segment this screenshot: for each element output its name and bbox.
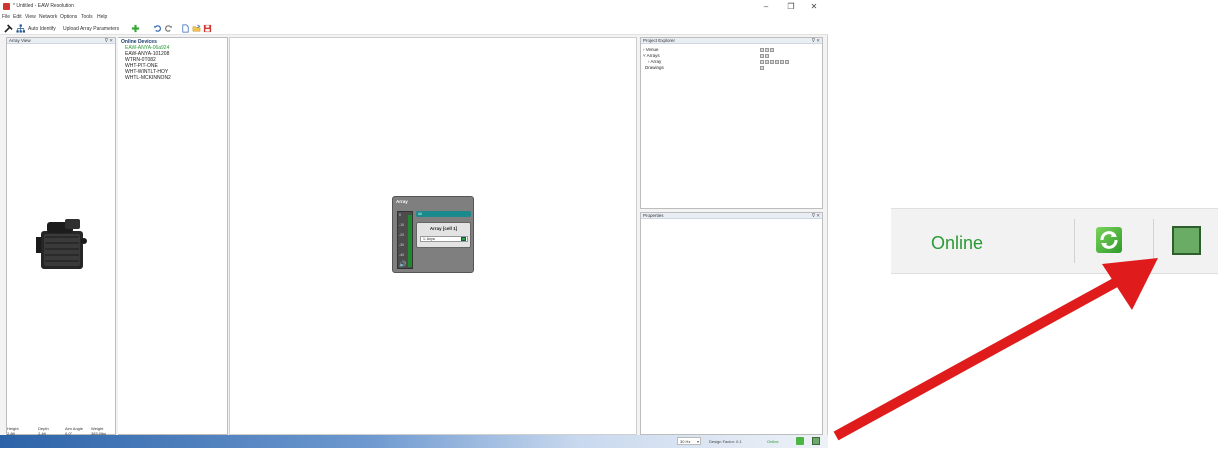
title-bar: * Untitled - EAW Resolution – ❐ ✕	[0, 0, 828, 14]
zoom-inset: Online	[891, 208, 1218, 274]
status-led-icon	[461, 237, 466, 241]
window-title: * Untitled - EAW Resolution	[13, 3, 74, 9]
properties-panel: Properties ᐁ ✕	[640, 212, 823, 435]
maximize-button[interactable]: ❐	[785, 2, 797, 12]
project-explorer-title: Project Explorer	[641, 38, 822, 44]
tools-icon[interactable]	[4, 24, 13, 33]
status-bar: 30 Hz ▾ Design Factor: 0.1 Online	[0, 435, 828, 448]
array-view-title: Array View	[7, 38, 115, 44]
app-window: * Untitled - EAW Resolution – ❐ ✕ File E…	[0, 0, 828, 448]
properties-title: Properties	[641, 213, 822, 219]
zoom-refresh-icon	[1096, 227, 1122, 253]
array-actions[interactable]	[760, 60, 790, 64]
open-folder-icon[interactable]	[192, 24, 201, 33]
menu-view[interactable]: View	[25, 14, 36, 20]
refresh-icon[interactable]	[796, 437, 804, 445]
venue-actions[interactable]	[760, 48, 775, 52]
meter-tick: -10	[399, 223, 405, 227]
menu-network[interactable]: Network	[39, 14, 57, 20]
zoom-online-label: Online	[931, 233, 984, 253]
array-level-bar[interactable]: All	[416, 211, 471, 217]
meter-tick: 0	[399, 213, 401, 217]
frequency-select[interactable]: 30 Hz ▾	[677, 437, 701, 445]
project-explorer-pin-close-icon[interactable]: ᐁ ✕	[812, 38, 820, 44]
screenshot-root: * Untitled - EAW Resolution – ❐ ✕ File E…	[0, 0, 1218, 448]
array-cell-row[interactable]: 1: Anya	[420, 236, 468, 242]
zoom-status-square-icon	[1172, 226, 1201, 255]
separator	[1074, 219, 1075, 263]
minimize-button[interactable]: –	[760, 2, 772, 12]
level-meter: 0 -10 -20 -30 -40 🔊	[397, 211, 413, 269]
array-cell-row-label: 1: Anya	[423, 237, 435, 241]
properties-pin-close-icon[interactable]: ᐁ ✕	[812, 213, 820, 219]
menu-file[interactable]: File	[2, 14, 10, 20]
upload-array-parameters-button[interactable]: Upload Array Parameters	[63, 26, 119, 32]
undo-icon[interactable]	[153, 24, 162, 33]
toolbar: Auto Identify Upload Array Parameters	[0, 22, 828, 35]
save-icon[interactable]	[203, 24, 212, 33]
new-document-icon[interactable]	[181, 24, 190, 33]
loudspeaker-array-image	[36, 219, 87, 269]
online-status-label: Online	[767, 439, 779, 444]
app-logo-icon	[3, 3, 10, 10]
network-icon[interactable]	[16, 24, 25, 33]
menu-options[interactable]: Options	[60, 14, 77, 20]
red-arrow-annotation	[833, 258, 1158, 441]
device-item[interactable]: WHTL-MCKINNON2	[125, 75, 171, 81]
project-explorer-panel: Project Explorer ᐁ ✕ › Venue ˅ Arrays › …	[640, 37, 823, 209]
speaker-icon[interactable]: 🔊	[399, 261, 406, 268]
meter-fill	[408, 215, 412, 267]
meter-tick: -30	[399, 243, 405, 247]
array-cell-box[interactable]: Array [cell 1] 1: Anya	[416, 222, 471, 248]
meter-tick: -40	[399, 253, 405, 257]
arrays-actions[interactable]	[760, 54, 770, 58]
array-node-title: Array	[396, 199, 408, 204]
connection-status-square-icon[interactable]	[812, 437, 820, 445]
menu-edit[interactable]: Edit	[13, 14, 22, 20]
menu-bar: File Edit View Network Options Tools Hel…	[0, 13, 828, 22]
online-devices-panel: Online Devices EAW-ANYA-06a924 EAW-ANYA-…	[118, 37, 228, 435]
close-button[interactable]: ✕	[808, 2, 820, 12]
frequency-value: 30 Hz	[680, 439, 691, 444]
menu-help[interactable]: Help	[97, 14, 107, 20]
tree-item-drawings[interactable]: Drawings	[645, 65, 664, 70]
meter-tick: -20	[399, 233, 405, 237]
array-node[interactable]: Array 0 -10 -20 -30 -40 🔊 All Array [cel…	[392, 196, 474, 273]
menu-tools[interactable]: Tools	[81, 14, 93, 20]
redo-icon[interactable]	[164, 24, 173, 33]
chevron-down-icon: ▾	[696, 439, 699, 444]
add-icon[interactable]	[131, 24, 140, 33]
auto-identify-button[interactable]: Auto Identify	[28, 26, 56, 32]
array-view-pin-close-icon[interactable]: ᐁ ✕	[105, 38, 113, 44]
array-cell-title: Array [cell 1]	[429, 226, 458, 231]
tree-item-arrays[interactable]: ˅ Arrays	[643, 53, 660, 58]
tree-item-array[interactable]: › Array	[648, 59, 661, 64]
tree-item-venue[interactable]: › Venue	[643, 47, 659, 52]
drawings-actions[interactable]	[760, 66, 765, 70]
array-view-panel: Array View ᐁ ✕ Height 2.8ft Depth 2.4ft …	[6, 37, 116, 436]
separator	[1153, 219, 1154, 263]
design-factor-label: Design Factor: 0.1	[709, 439, 742, 444]
